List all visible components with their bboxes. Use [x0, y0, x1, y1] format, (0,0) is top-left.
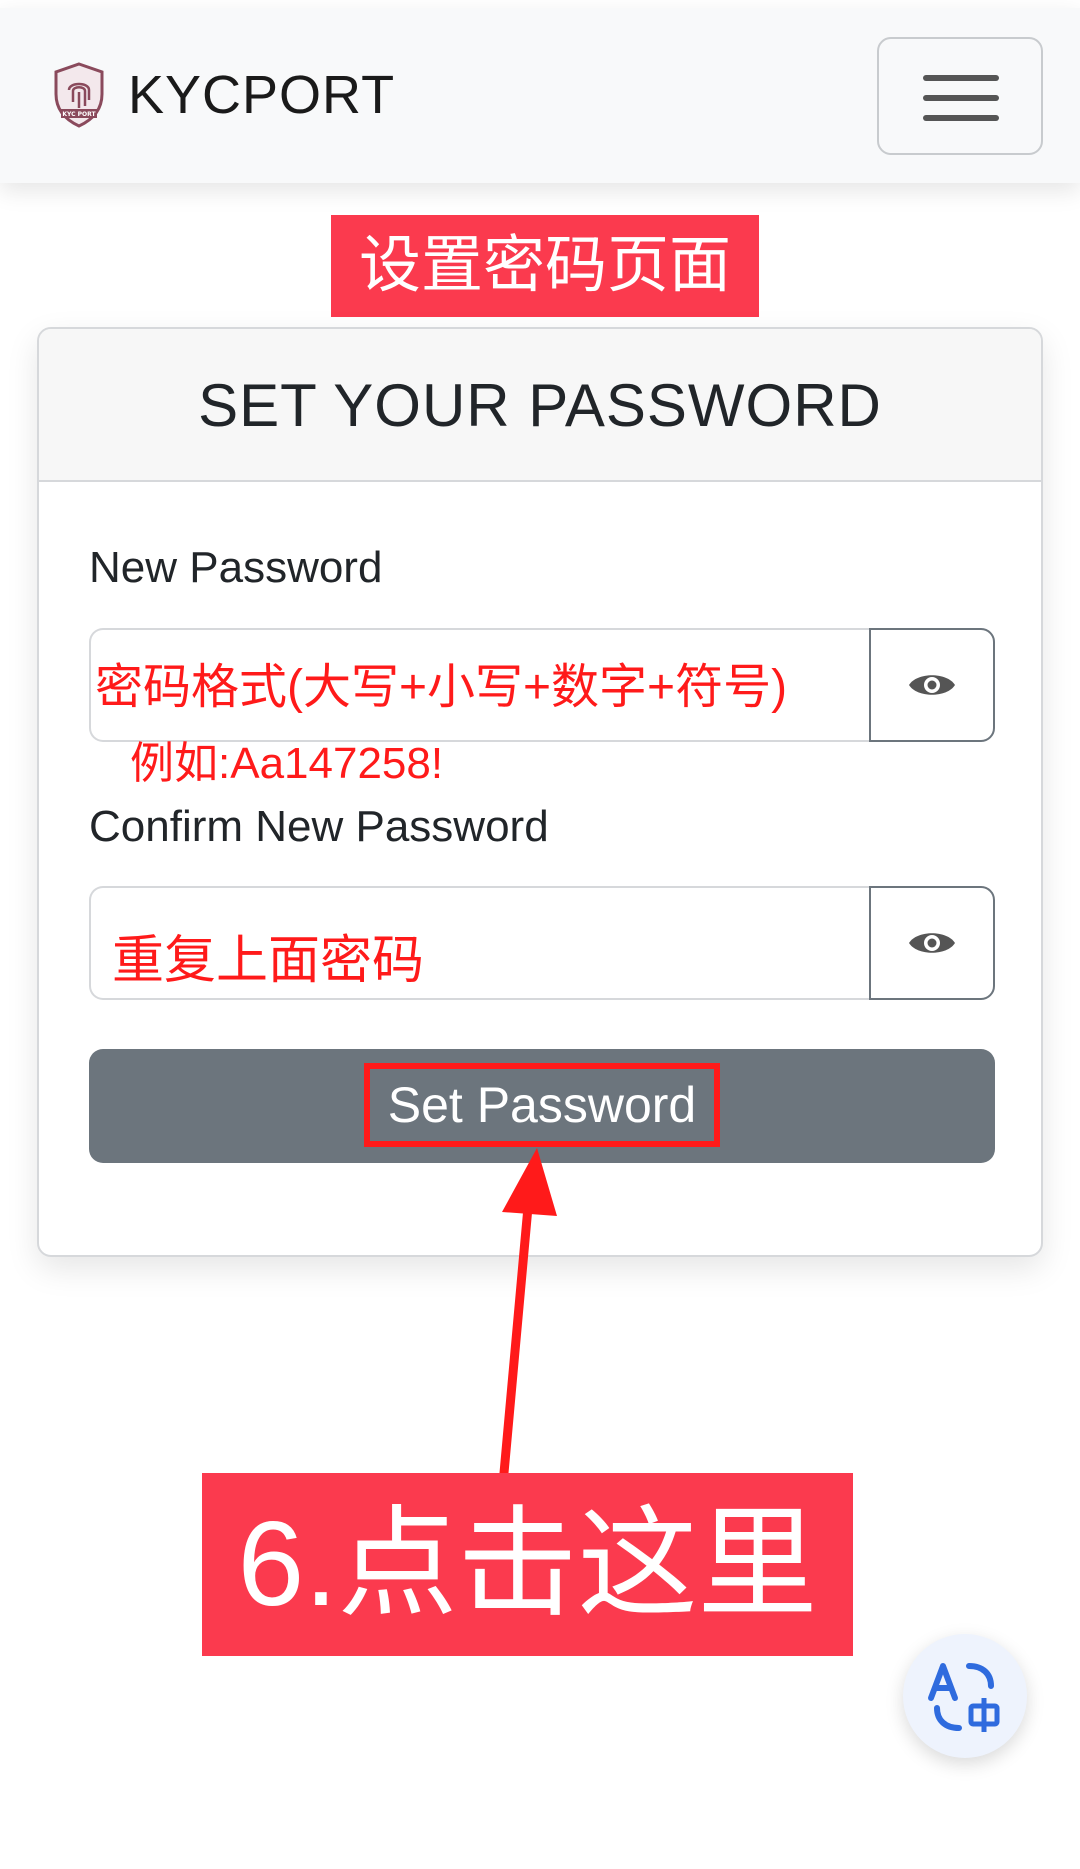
annotation-page-title: 设置密码页面 — [331, 215, 759, 317]
brand[interactable]: KYC PORT KYCPORT — [52, 62, 395, 128]
brand-logo: KYC PORT — [54, 62, 104, 128]
toggle-confirm-password-button[interactable] — [869, 886, 995, 1000]
card-title: SET YOUR PASSWORD — [39, 329, 1041, 482]
set-password-button-label[interactable]: Set Password — [364, 1063, 720, 1147]
navbar: KYC PORT KYCPORT — [0, 8, 1080, 183]
new-password-label: New Password — [89, 543, 383, 592]
logo-text: KYC PORT — [62, 111, 96, 118]
eye-icon — [909, 675, 955, 695]
translate-icon — [928, 1663, 1000, 1732]
confirm-password-label: Confirm New Password — [89, 802, 549, 851]
annotation-example-hint: 例如:Aa147258! — [130, 739, 444, 788]
hamburger-icon — [923, 75, 999, 81]
brand-name: KYCPORT — [128, 65, 396, 125]
toggle-new-password-button[interactable] — [869, 628, 995, 742]
annotation-step: 6.点击这里 — [202, 1473, 853, 1656]
menu-toggle-button[interactable] — [877, 37, 1043, 155]
annotation-repeat-hint: 重复上面密码 — [112, 932, 425, 990]
annotation-format-hint: 密码格式(大写+小写+数字+符号) — [95, 661, 788, 714]
translate-button[interactable] — [903, 1634, 1027, 1758]
eye-icon — [909, 933, 955, 953]
